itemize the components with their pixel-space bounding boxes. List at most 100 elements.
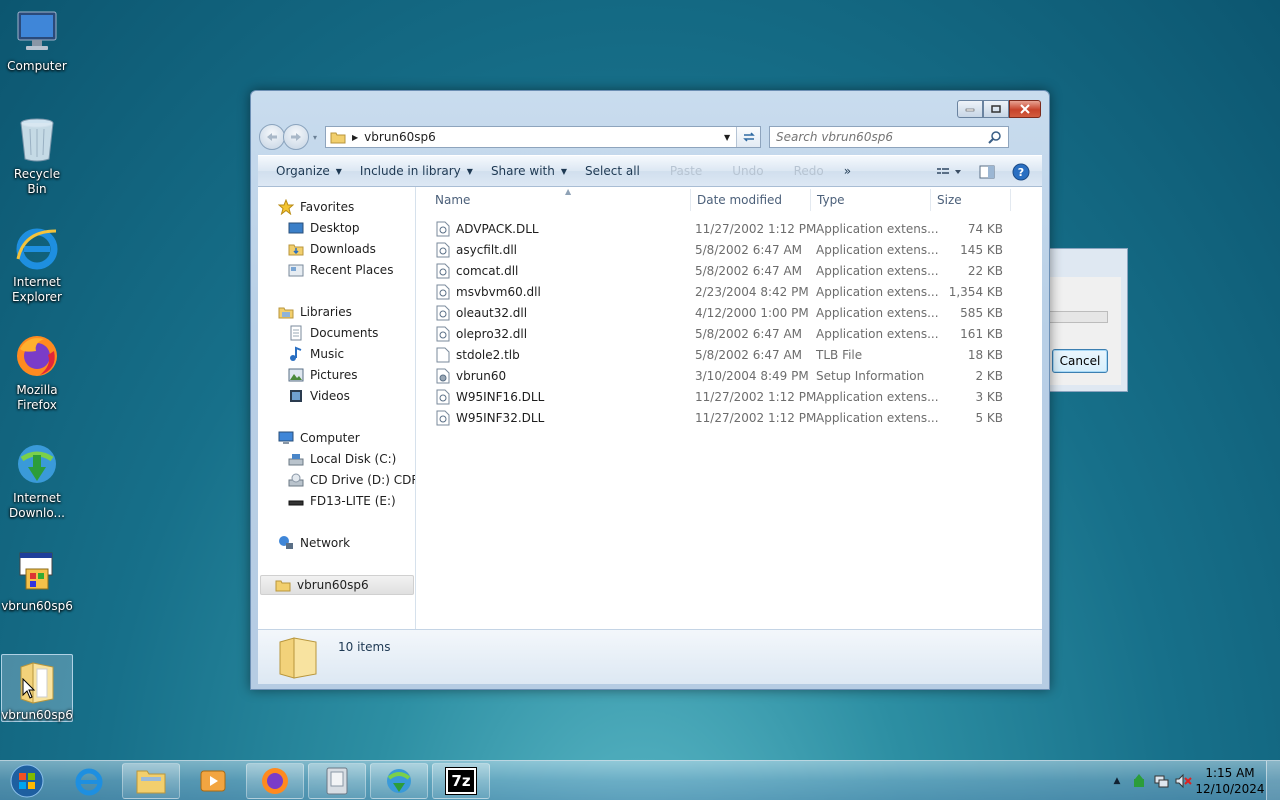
help-button[interactable]: ? <box>1006 160 1036 184</box>
column-header-date-modified[interactable]: Date modified <box>691 189 811 211</box>
taskbar-windows-explorer[interactable] <box>122 763 180 799</box>
windows-explorer-icon <box>136 770 166 794</box>
nav-favorites[interactable]: Favorites <box>278 197 354 217</box>
breadcrumb-chevron-icon[interactable]: ▶ <box>352 133 358 142</box>
share-with-button[interactable]: Share with ▼ <box>482 160 576 182</box>
explorer-window[interactable]: ▾ ▶ vbrun60sp6 ▼ Organize▼ Include in li… <box>250 90 1050 690</box>
nav-libraries[interactable]: Libraries <box>278 302 352 322</box>
desktop-icon <box>288 220 304 236</box>
show-desktop-button[interactable] <box>1266 761 1280 800</box>
nav-downloads[interactable]: Downloads <box>288 239 376 259</box>
nav-computer[interactable]: Computer <box>278 428 360 448</box>
dll-file-icon <box>435 263 451 279</box>
address-bar[interactable]: ▶ vbrun60sp6 ▼ <box>325 126 762 148</box>
desktop-icon-vbrun60sp6-installer[interactable]: vbrun60sp6 <box>1 548 73 614</box>
desktop-icon-internet-explorer[interactable]: Internet Explorer <box>4 224 70 305</box>
file-row[interactable]: W95INF16.DLL 11/27/2002 1:12 PM Applicatio… <box>435 386 1005 407</box>
redo-button[interactable]: Redo <box>785 160 833 182</box>
nav-music[interactable]: Music <box>288 344 344 364</box>
more-commands-button[interactable]: » <box>835 160 860 182</box>
music-icon <box>288 346 304 362</box>
taskbar-internet-download-manager[interactable] <box>370 763 428 799</box>
nav-pictures[interactable]: Pictures <box>288 365 358 385</box>
taskbar-firefox[interactable] <box>246 763 304 799</box>
cancel-button[interactable]: Cancel <box>1052 349 1108 373</box>
nav-cd-drive[interactable]: CD Drive (D:) CDROM <box>288 470 415 490</box>
computer-icon <box>13 8 61 56</box>
include-in-library-button[interactable]: Include in library ▼ <box>351 160 482 182</box>
file-row[interactable]: olepro32.dll 5/8/2002 6:47 AM Application … <box>435 323 1005 344</box>
clock[interactable]: 1:15 AM 12/10/2024 <box>1194 765 1266 797</box>
recent-pages-dropdown[interactable]: ▾ <box>313 133 317 142</box>
search-input[interactable] <box>776 130 977 144</box>
details-pane: 10 items <box>258 629 1042 684</box>
nav-network[interactable]: Network <box>278 533 350 553</box>
organize-button[interactable]: Organize ▼ <box>267 160 351 182</box>
file-row[interactable]: W95INF32.DLL 11/27/2002 1:12 PM Applicatio… <box>435 407 1005 428</box>
forward-arrow-icon <box>291 133 301 141</box>
paste-button[interactable]: Paste <box>661 160 711 182</box>
dropdown-arrow-icon: ▼ <box>335 166 342 176</box>
desktop-icon-label: Mozilla Firefox <box>16 383 58 412</box>
nav-documents[interactable]: Documents <box>288 323 378 343</box>
preview-pane-button[interactable] <box>972 160 1002 184</box>
refresh-button[interactable] <box>736 127 761 147</box>
undo-button[interactable]: Undo <box>723 160 772 182</box>
taskbar-internet-explorer[interactable] <box>60 763 118 799</box>
desktop-icon-firefox[interactable]: Mozilla Firefox <box>4 332 70 413</box>
desktop-icon-computer[interactable]: Computer <box>4 8 70 74</box>
column-header-type[interactable]: Type <box>811 189 931 211</box>
desktop-icon-label: vbrun60sp6 <box>1 599 73 613</box>
firefox-icon <box>262 768 288 794</box>
file-row[interactable]: comcat.dll 5/8/2002 6:47 AM Application ex… <box>435 260 1005 281</box>
tray-safely-remove-icon[interactable] <box>1128 773 1150 789</box>
forward-button[interactable] <box>283 124 309 150</box>
svg-text:?: ? <box>1018 166 1024 179</box>
taskbar-media-player[interactable] <box>184 763 242 799</box>
downloads-folder-icon <box>288 241 304 257</box>
dll-file-icon <box>435 221 451 237</box>
item-count: 10 items <box>338 640 391 654</box>
back-arrow-icon <box>267 133 277 141</box>
progress-bar <box>1048 311 1108 323</box>
desktop-icon-vbrun60sp6-folder[interactable]: vbrun60sp6 <box>1 654 73 722</box>
tray-network-icon[interactable] <box>1150 773 1172 789</box>
search-box[interactable] <box>769 126 1010 148</box>
file-row[interactable]: asycfilt.dll 5/8/2002 6:47 AM Application … <box>435 239 1005 260</box>
nav-local-disk[interactable]: Local Disk (C:) <box>288 449 396 469</box>
desktop-icon-recycle-bin[interactable]: Recycle Bin <box>4 116 70 197</box>
file-row[interactable]: msvbvm60.dll 2/23/2004 8:42 PM Application… <box>435 281 1005 302</box>
taskbar-installer[interactable] <box>308 763 366 799</box>
nav-desktop[interactable]: Desktop <box>288 218 360 238</box>
tray-volume-muted-icon[interactable] <box>1172 773 1194 789</box>
breadcrumb-current[interactable]: vbrun60sp6 <box>364 130 436 144</box>
back-button[interactable] <box>259 124 285 150</box>
nav-current-folder[interactable]: vbrun60sp6 <box>260 575 414 595</box>
nav-videos[interactable]: Videos <box>288 386 350 406</box>
file-row[interactable]: vbrun60 3/10/2004 8:49 PM Setup Informatio… <box>435 365 1005 386</box>
firefox-icon <box>13 332 61 380</box>
show-hidden-icons-button[interactable]: ▲ <box>1106 776 1128 786</box>
cd-drive-icon <box>288 472 304 488</box>
taskbar-7zip[interactable]: 7z <box>432 763 490 799</box>
close-icon <box>1020 104 1030 114</box>
minimize-button[interactable] <box>957 100 983 118</box>
start-button[interactable] <box>6 762 48 800</box>
file-icon <box>435 347 451 363</box>
nav-fd13-lite[interactable]: FD13-LITE (E:) <box>288 491 396 511</box>
address-dropdown-icon[interactable]: ▼ <box>720 127 734 147</box>
file-row[interactable]: ADVPACK.DLL 11/27/2002 1:12 PM Application… <box>435 218 1005 239</box>
file-row[interactable]: oleaut32.dll 4/12/2000 1:00 PM Application… <box>435 302 1005 323</box>
column-header-size[interactable]: Size <box>931 189 1011 211</box>
close-button[interactable] <box>1009 100 1041 118</box>
column-header-name[interactable]: Name ▲ <box>429 187 691 211</box>
change-view-button[interactable] <box>934 160 964 184</box>
dll-file-icon <box>435 305 451 321</box>
libraries-icon <box>278 304 294 320</box>
nav-recent-places[interactable]: Recent Places <box>288 260 393 280</box>
sort-ascending-icon: ▲ <box>565 187 572 196</box>
desktop-icon-internet-download-manager[interactable]: Internet Downlo... <box>4 440 70 521</box>
maximize-button[interactable] <box>983 100 1009 118</box>
file-row[interactable]: stdole2.tlb 5/8/2002 6:47 AM TLB File 18 KB <box>435 344 1005 365</box>
select-all-button[interactable]: Select all <box>576 160 649 182</box>
